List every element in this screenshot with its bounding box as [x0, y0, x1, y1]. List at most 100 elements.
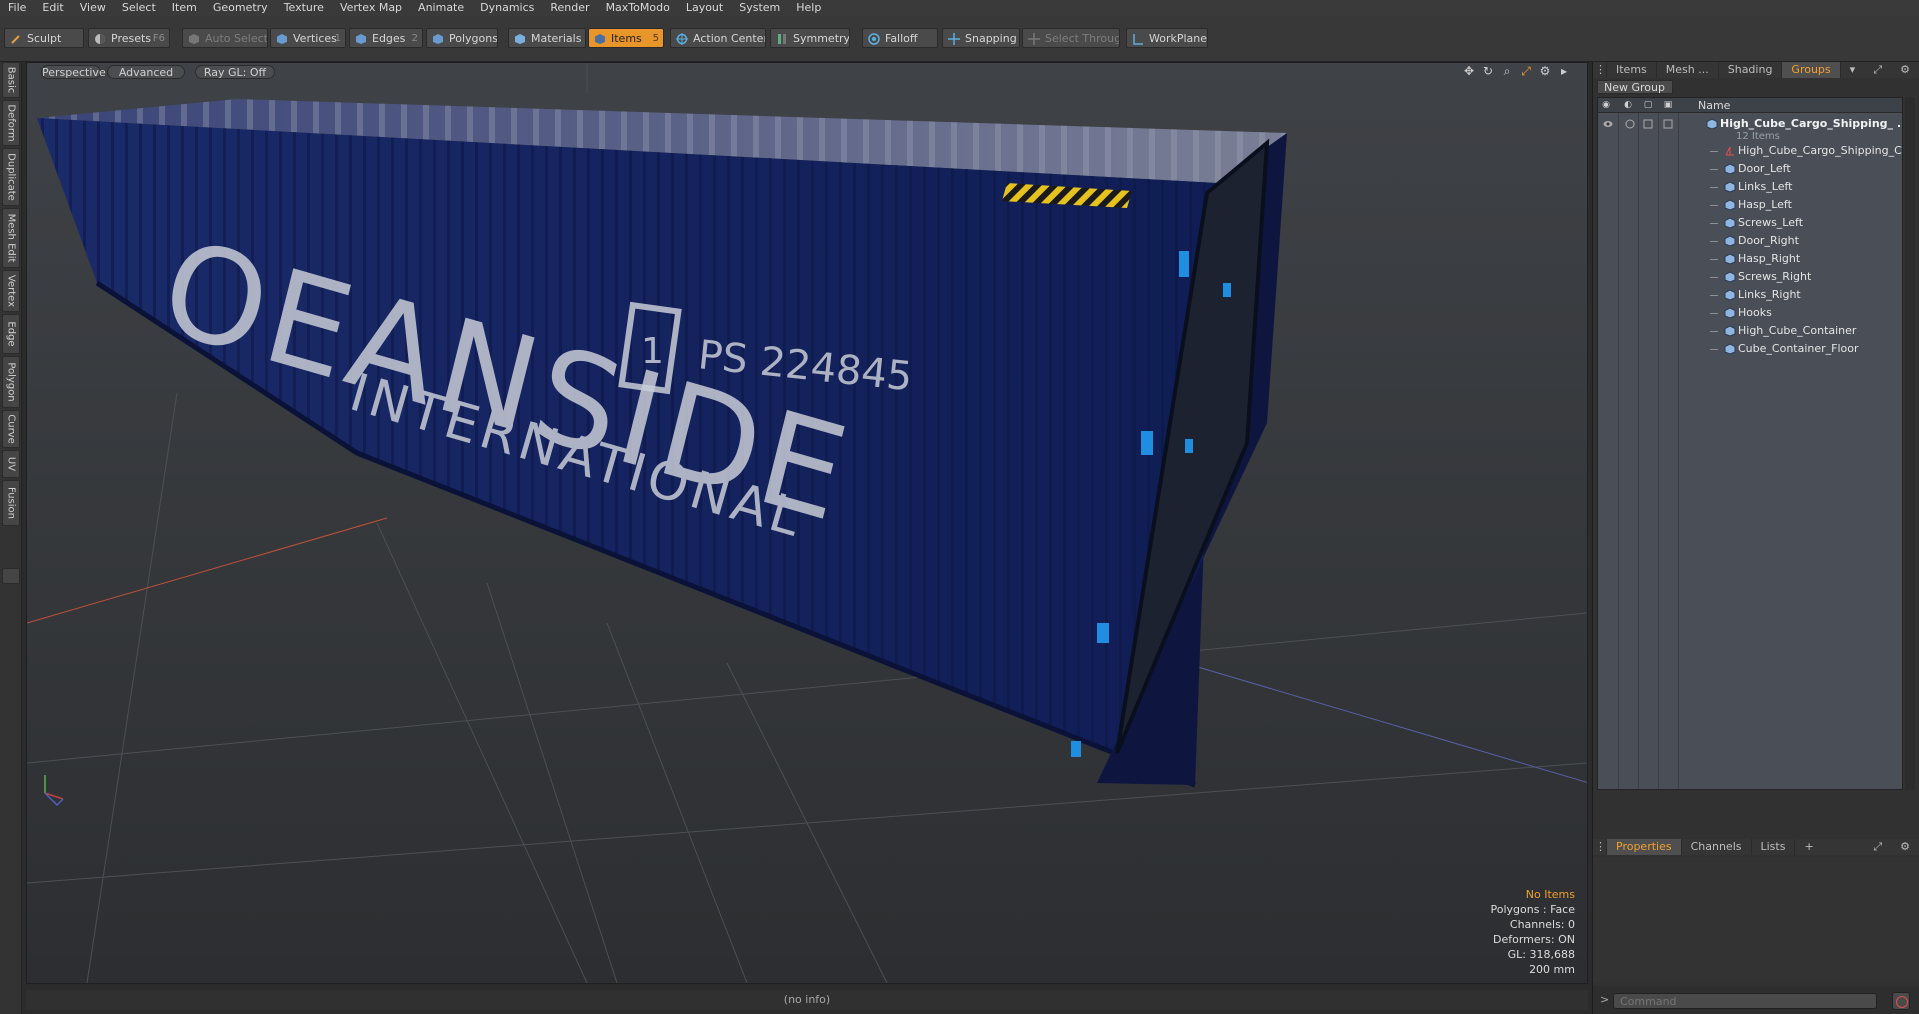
tab-lists[interactable]: Lists: [1752, 839, 1796, 855]
locator-icon: [1725, 146, 1734, 156]
tree-item-row[interactable]: Hasp_Left: [1598, 196, 1902, 214]
tab-channels[interactable]: Channels: [1682, 839, 1752, 855]
render-icon[interactable]: [1625, 119, 1635, 129]
select-through-button[interactable]: Select Through: [1022, 28, 1120, 48]
menu-dynamics[interactable]: Dynamics: [472, 0, 542, 16]
panel-expand-icon[interactable]: ⤢: [1864, 62, 1891, 78]
auto-select-button[interactable]: Auto Select: [182, 28, 268, 48]
rotate-view-icon[interactable]: ↻: [1481, 64, 1495, 79]
3d-viewport[interactable]: OEANSIDE INTERNATIONAL PS 224845 1 Persp…: [26, 62, 1588, 984]
tab-shading[interactable]: Shading: [1719, 62, 1783, 78]
tab-expand[interactable]: [2, 568, 20, 584]
tab-curve[interactable]: Curve: [2, 410, 20, 448]
lock-icon[interactable]: [1643, 119, 1653, 129]
tab-mesh[interactable]: Mesh ...: [1657, 62, 1719, 78]
panel-handle-icon[interactable]: ⋮: [1593, 62, 1607, 78]
polygons-button[interactable]: Polygons: [426, 28, 498, 48]
tab-polygon[interactable]: Polygon: [2, 356, 20, 408]
properties-expand-icon[interactable]: ⤢: [1864, 839, 1891, 855]
tab-items[interactable]: Items: [1607, 62, 1657, 78]
tree-item-row[interactable]: Cube_Container_Floor: [1598, 340, 1902, 358]
tab-fusion[interactable]: Fusion: [2, 480, 20, 526]
properties-settings-icon[interactable]: ⚙: [1891, 839, 1919, 855]
mesh-icon: [1724, 307, 1736, 319]
tab-groups[interactable]: Groups: [1782, 62, 1841, 78]
tab-mesh-edit[interactable]: Mesh Edit: [2, 208, 20, 268]
tab-uv[interactable]: UV: [2, 450, 20, 478]
panel-settings-icon[interactable]: ⚙: [1891, 62, 1919, 78]
tree-item-row[interactable]: Door_Left: [1598, 160, 1902, 178]
select-lock-icon[interactable]: [1663, 119, 1673, 129]
tab-deform[interactable]: Deform: [2, 100, 20, 146]
select-through-icon: [1028, 33, 1040, 45]
menu-maxtomodo[interactable]: MaxToModo: [598, 0, 678, 16]
select-col-icon[interactable]: ▣: [1662, 99, 1674, 111]
menu-edit[interactable]: Edit: [34, 0, 71, 16]
tree-item-row[interactable]: Hasp_Right: [1598, 250, 1902, 268]
viewport-settings-icon[interactable]: ⚙: [1538, 64, 1552, 79]
action-center-button[interactable]: Action Center: [670, 28, 766, 48]
mesh-icon: [1724, 235, 1736, 247]
lock-col-icon[interactable]: ▢: [1642, 99, 1654, 111]
workplane-button[interactable]: WorkPlane: [1126, 28, 1208, 48]
tab-properties[interactable]: Properties: [1607, 839, 1682, 855]
tree-item-row[interactable]: Door_Right: [1598, 232, 1902, 250]
menu-select[interactable]: Select: [114, 0, 164, 16]
menu-animate[interactable]: Animate: [410, 0, 472, 16]
menu-vertex-map[interactable]: Vertex Map: [332, 0, 410, 16]
viewport-menu-icon[interactable]: ▸: [1557, 64, 1571, 79]
visibility-col-icon[interactable]: ◉: [1600, 99, 1612, 111]
presets-button[interactable]: Presets F6: [88, 28, 170, 48]
materials-button[interactable]: Materials: [508, 28, 586, 48]
falloff-button[interactable]: Falloff: [862, 28, 938, 48]
menu-help[interactable]: Help: [788, 0, 829, 16]
tree-item-row[interactable]: Screws_Right: [1598, 268, 1902, 286]
tree-scrollbar[interactable]: [1905, 97, 1915, 790]
command-history-icon[interactable]: >: [1600, 993, 1609, 1006]
fit-view-icon[interactable]: ⤢: [1519, 64, 1533, 79]
tree-item-row[interactable]: High_Cube_Cargo_Shipping_Co ...: [1598, 142, 1902, 160]
snapping-button[interactable]: Snapping: [942, 28, 1020, 48]
vertices-shortcut: 1: [334, 33, 341, 44]
tab-vertex[interactable]: Vertex: [2, 270, 20, 312]
new-group-button[interactable]: New Group: [1597, 80, 1673, 94]
tab-duplicate[interactable]: Duplicate: [2, 148, 20, 206]
menu-render[interactable]: Render: [542, 0, 597, 16]
render-col-icon[interactable]: ◐: [1622, 99, 1634, 111]
items-button[interactable]: Items 5: [588, 28, 664, 48]
command-input[interactable]: [1613, 993, 1877, 1009]
sculpt-button[interactable]: Sculpt: [4, 28, 84, 48]
tree-item-row[interactable]: Links_Left: [1598, 178, 1902, 196]
tree-item-row[interactable]: Screws_Left: [1598, 214, 1902, 232]
shading-mode-button[interactable]: Advanced: [107, 65, 185, 79]
menu-system[interactable]: System: [731, 0, 788, 16]
zoom-view-icon[interactable]: ⌕: [1500, 64, 1514, 79]
eye-icon[interactable]: [1603, 119, 1613, 129]
menu-geometry[interactable]: Geometry: [205, 0, 276, 16]
tabs-dropdown-icon[interactable]: ▾: [1841, 62, 1865, 78]
menu-layout[interactable]: Layout: [678, 0, 731, 16]
symmetry-button[interactable]: Symmetry: [770, 28, 850, 48]
menu-item[interactable]: Item: [164, 0, 205, 16]
tree-item-row[interactable]: High_Cube_Container: [1598, 322, 1902, 340]
mesh-icon: [1724, 181, 1736, 193]
add-tab-button[interactable]: +: [1795, 839, 1822, 855]
menu-view[interactable]: View: [72, 0, 114, 16]
edges-icon: [356, 34, 366, 44]
properties-handle-icon[interactable]: ⋮: [1593, 839, 1607, 855]
move-view-icon[interactable]: ✥: [1462, 64, 1476, 79]
menu-texture[interactable]: Texture: [276, 0, 332, 16]
tree-item-row[interactable]: Hooks: [1598, 304, 1902, 322]
tab-edge[interactable]: Edge: [2, 314, 20, 354]
tree-item-row[interactable]: Links_Right: [1598, 286, 1902, 304]
record-icon[interactable]: [1892, 992, 1910, 1010]
action-center-label: Action Center: [693, 32, 766, 45]
vertices-button[interactable]: Vertices 1: [270, 28, 346, 48]
menu-file[interactable]: File: [0, 0, 34, 16]
edges-button[interactable]: Edges 2: [349, 28, 423, 48]
view-type-button[interactable]: Perspective: [41, 65, 106, 79]
tab-basic[interactable]: Basic: [2, 62, 20, 98]
menu-bar: File Edit View Select Item Geometry Text…: [0, 0, 1919, 16]
polygons-icon: [433, 34, 443, 44]
raygl-button[interactable]: Ray GL: Off: [195, 65, 275, 79]
